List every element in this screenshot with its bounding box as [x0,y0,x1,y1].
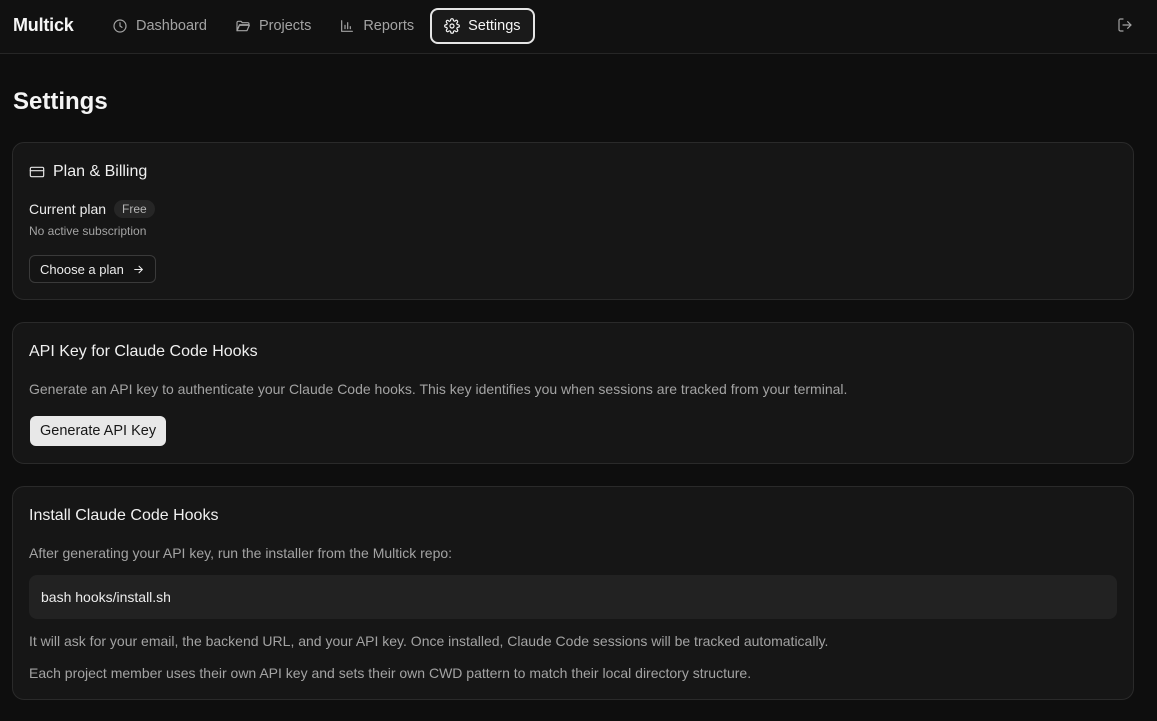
current-plan-row: Current plan Free [29,200,155,218]
top-nav-bar: Multick Dashboard Projects Reports Setti… [0,0,1157,54]
install-note-1: It will ask for your email, the backend … [29,633,829,649]
install-hooks-card: Install Claude Code Hooks After generati… [12,486,1134,700]
nav-item-projects[interactable]: Projects [223,8,323,44]
nav-item-dashboard[interactable]: Dashboard [100,8,219,44]
billing-card: Plan & Billing Current plan Free No acti… [12,142,1134,300]
choose-plan-label: Choose a plan [40,261,124,277]
logout-button[interactable] [1117,17,1135,35]
install-command: bash hooks/install.sh [41,589,171,605]
logout-icon [1118,18,1132,32]
install-command-block[interactable]: bash hooks/install.sh [29,575,1117,619]
api-key-description: Generate an API key to authenticate your… [29,381,848,397]
main-nav: Dashboard Projects Reports Settings [100,8,539,44]
choose-plan-button[interactable]: Choose a plan [29,255,156,283]
brand-logo[interactable]: Multick [13,15,74,36]
install-note-2: Each project member uses their own API k… [29,665,752,681]
install-intro: After generating your API key, run the i… [29,545,453,561]
api-key-card: API Key for Claude Code Hooks Generate a… [12,322,1134,464]
subscription-status: No active subscription [29,224,147,238]
generate-api-key-button[interactable]: Generate API Key [30,416,167,446]
nav-item-settings[interactable]: Settings [430,8,535,44]
billing-card-title: Plan & Billing [29,163,147,181]
credit-card-icon [29,166,45,178]
nav-item-label: Projects [258,18,312,34]
install-card-title: Install Claude Code Hooks [29,507,219,524]
billing-title-text: Plan & Billing [53,163,148,180]
folder-icon [236,20,250,32]
nav-item-label: Reports [363,18,415,34]
bar-chart-icon [341,20,354,32]
gear-icon [444,18,460,34]
arrow-right-icon [134,265,143,273]
nav-item-reports[interactable]: Reports [327,8,426,44]
api-key-card-title: API Key for Claude Code Hooks [29,343,258,360]
page-title: Settings [13,88,108,115]
current-plan-label: Current plan [29,201,107,217]
clock-icon [113,19,127,33]
nav-item-label: Settings [468,18,521,34]
nav-item-label: Dashboard [136,18,207,34]
plan-badge: Free [114,200,155,218]
